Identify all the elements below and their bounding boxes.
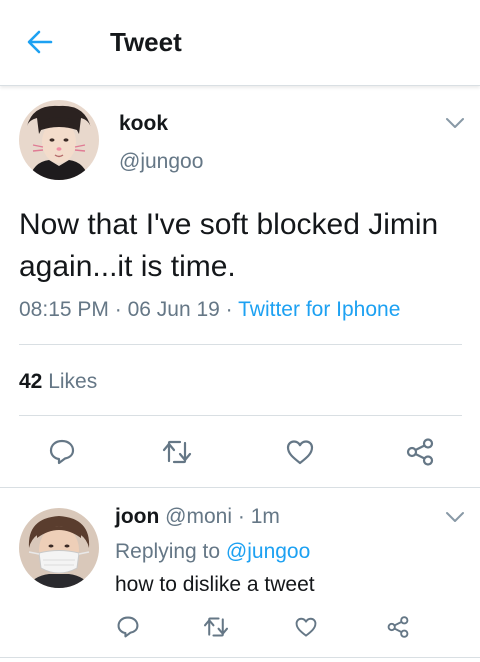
tweet-meta: 08:15 PM · 06 Jun 19 · Twitter for Iphon… [19, 298, 400, 322]
likes-count-link[interactable]: 42 Likes [19, 370, 97, 394]
share-icon [406, 438, 434, 466]
reply-menu-button[interactable] [444, 510, 466, 524]
heart-icon [286, 440, 314, 465]
reply-share-button[interactable] [383, 612, 413, 642]
reply-time: 1m [250, 505, 280, 528]
replying-to-mention[interactable]: @jungoo [226, 540, 310, 563]
share-button[interactable] [402, 434, 438, 470]
retweet-icon [162, 440, 192, 464]
divider [19, 415, 462, 416]
replying-to: Replying to @jungoo [115, 540, 310, 564]
top-bar: Tweet [0, 0, 480, 86]
reply-retweet-button[interactable] [201, 612, 231, 642]
tweet-date: 06 Jun 19 [127, 298, 220, 321]
retweet-button[interactable] [159, 434, 195, 470]
avatar[interactable] [19, 508, 99, 588]
divider [0, 657, 480, 658]
tweet-time: 08:15 PM [19, 298, 109, 321]
tweet-text: Now that I've soft blocked Jimin again..… [19, 208, 439, 283]
back-arrow-icon [27, 30, 53, 54]
reply-like-button[interactable] [291, 612, 321, 642]
chevron-down-icon [446, 512, 464, 522]
replying-to-label: Replying to [115, 540, 221, 563]
likes-count: 42 [19, 370, 43, 393]
reply-text: how to dislike a tweet [115, 573, 315, 596]
divider [19, 344, 462, 345]
reply-button[interactable] [44, 434, 80, 470]
like-button[interactable] [282, 434, 318, 470]
author-handle[interactable]: @jungoo [119, 150, 203, 174]
tweet-menu-button[interactable] [444, 116, 466, 130]
page-title: Tweet [110, 27, 182, 57]
likes-label: Likes [48, 370, 98, 393]
reply-icon [49, 439, 75, 465]
separator: · [114, 298, 122, 321]
tweet-source-link[interactable]: Twitter for Iphone [238, 298, 400, 321]
back-button[interactable] [22, 24, 58, 60]
divider [0, 487, 480, 488]
avatar[interactable] [19, 100, 99, 180]
reply-reply-button[interactable] [113, 612, 143, 642]
chevron-down-icon [446, 118, 464, 128]
reply-icon [117, 616, 139, 638]
reply-header: joon @moni · 1m [115, 505, 280, 529]
author-name[interactable]: kook [119, 112, 168, 136]
separator: · [237, 505, 245, 528]
reply-author-name[interactable]: joon [115, 505, 159, 528]
reply-author-handle[interactable]: @moni [165, 505, 232, 528]
heart-icon [295, 617, 317, 637]
share-icon [387, 616, 409, 638]
retweet-icon [203, 617, 229, 637]
separator: · [225, 298, 233, 321]
